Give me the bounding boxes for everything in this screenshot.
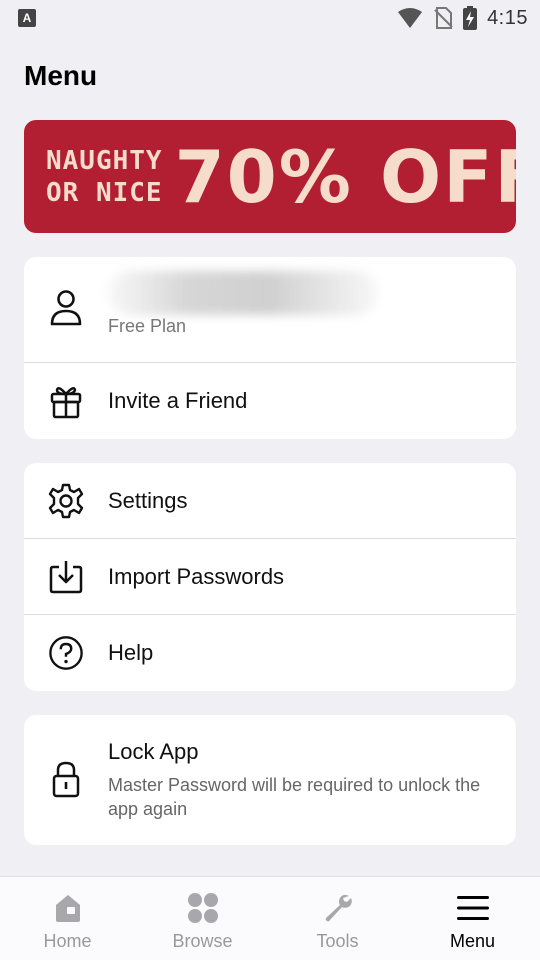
nav-menu[interactable]: Menu (405, 877, 540, 960)
home-icon (51, 891, 85, 925)
wifi-icon (398, 8, 423, 28)
grid-icon (186, 891, 220, 925)
settings-label: Settings (108, 487, 188, 513)
options-card: Settings Import Passwords Help (24, 463, 516, 691)
account-plan: Free Plan (108, 316, 187, 336)
help-label: Help (108, 640, 154, 665)
promo-offer: 70% OFF (174, 134, 516, 219)
menu-icon (456, 891, 490, 925)
promo-banner[interactable]: NAUGHTY OR NICE 70% OFF (24, 120, 516, 233)
wrench-icon (321, 891, 355, 925)
lock-icon (48, 761, 84, 798)
nav-browse[interactable]: Browse (135, 877, 270, 960)
lock-app-description: Master Password will be required to unlo… (108, 775, 481, 819)
lock-app-row[interactable]: Lock App Master Password will be require… (24, 715, 516, 845)
account-card: Free Plan Invite a Friend (24, 257, 516, 439)
download-icon (48, 559, 84, 595)
page-title: Menu (24, 60, 98, 91)
account-row[interactable]: Free Plan (24, 257, 516, 362)
help-icon (48, 635, 84, 671)
lock-app-label: Lock App (108, 739, 199, 764)
invite-friend-row[interactable]: Invite a Friend (24, 362, 516, 439)
app-notification-icon: A (18, 9, 36, 27)
gift-icon (48, 383, 84, 419)
nav-menu-label: Menu (449, 931, 496, 951)
account-name-blurred (108, 271, 378, 315)
help-row[interactable]: Help (24, 614, 516, 691)
invite-friend-label: Invite a Friend (108, 388, 248, 413)
import-passwords-row[interactable]: Import Passwords (24, 538, 516, 614)
nav-home-label: Home (43, 931, 92, 951)
promo-line2: OR NICE (46, 177, 163, 208)
promo-line1: NAUGHTY (46, 145, 163, 176)
nav-home[interactable]: Home (0, 877, 135, 960)
promo-tagline: NAUGHTY OR NICE (46, 145, 163, 209)
settings-row[interactable]: Settings (24, 463, 516, 538)
nav-tools[interactable]: Tools (270, 877, 405, 960)
status-bar: A 4:15 (0, 0, 540, 36)
lock-app-card: Lock App Master Password will be require… (24, 715, 516, 845)
import-passwords-label: Import Passwords (108, 563, 285, 589)
status-time: 4:15 (487, 6, 528, 29)
nav-browse-label: Browse (172, 931, 233, 951)
user-icon (48, 290, 84, 326)
no-sim-icon (434, 7, 453, 29)
gear-icon (48, 483, 84, 519)
battery-charging-icon (463, 6, 478, 30)
screen: A 4:15 Menu NAUGHTY OR NICE 70% OFF Free… (0, 0, 540, 960)
nav-tools-label: Tools (316, 931, 359, 951)
bottom-navigation: Home Browse Tools Menu (0, 876, 540, 960)
